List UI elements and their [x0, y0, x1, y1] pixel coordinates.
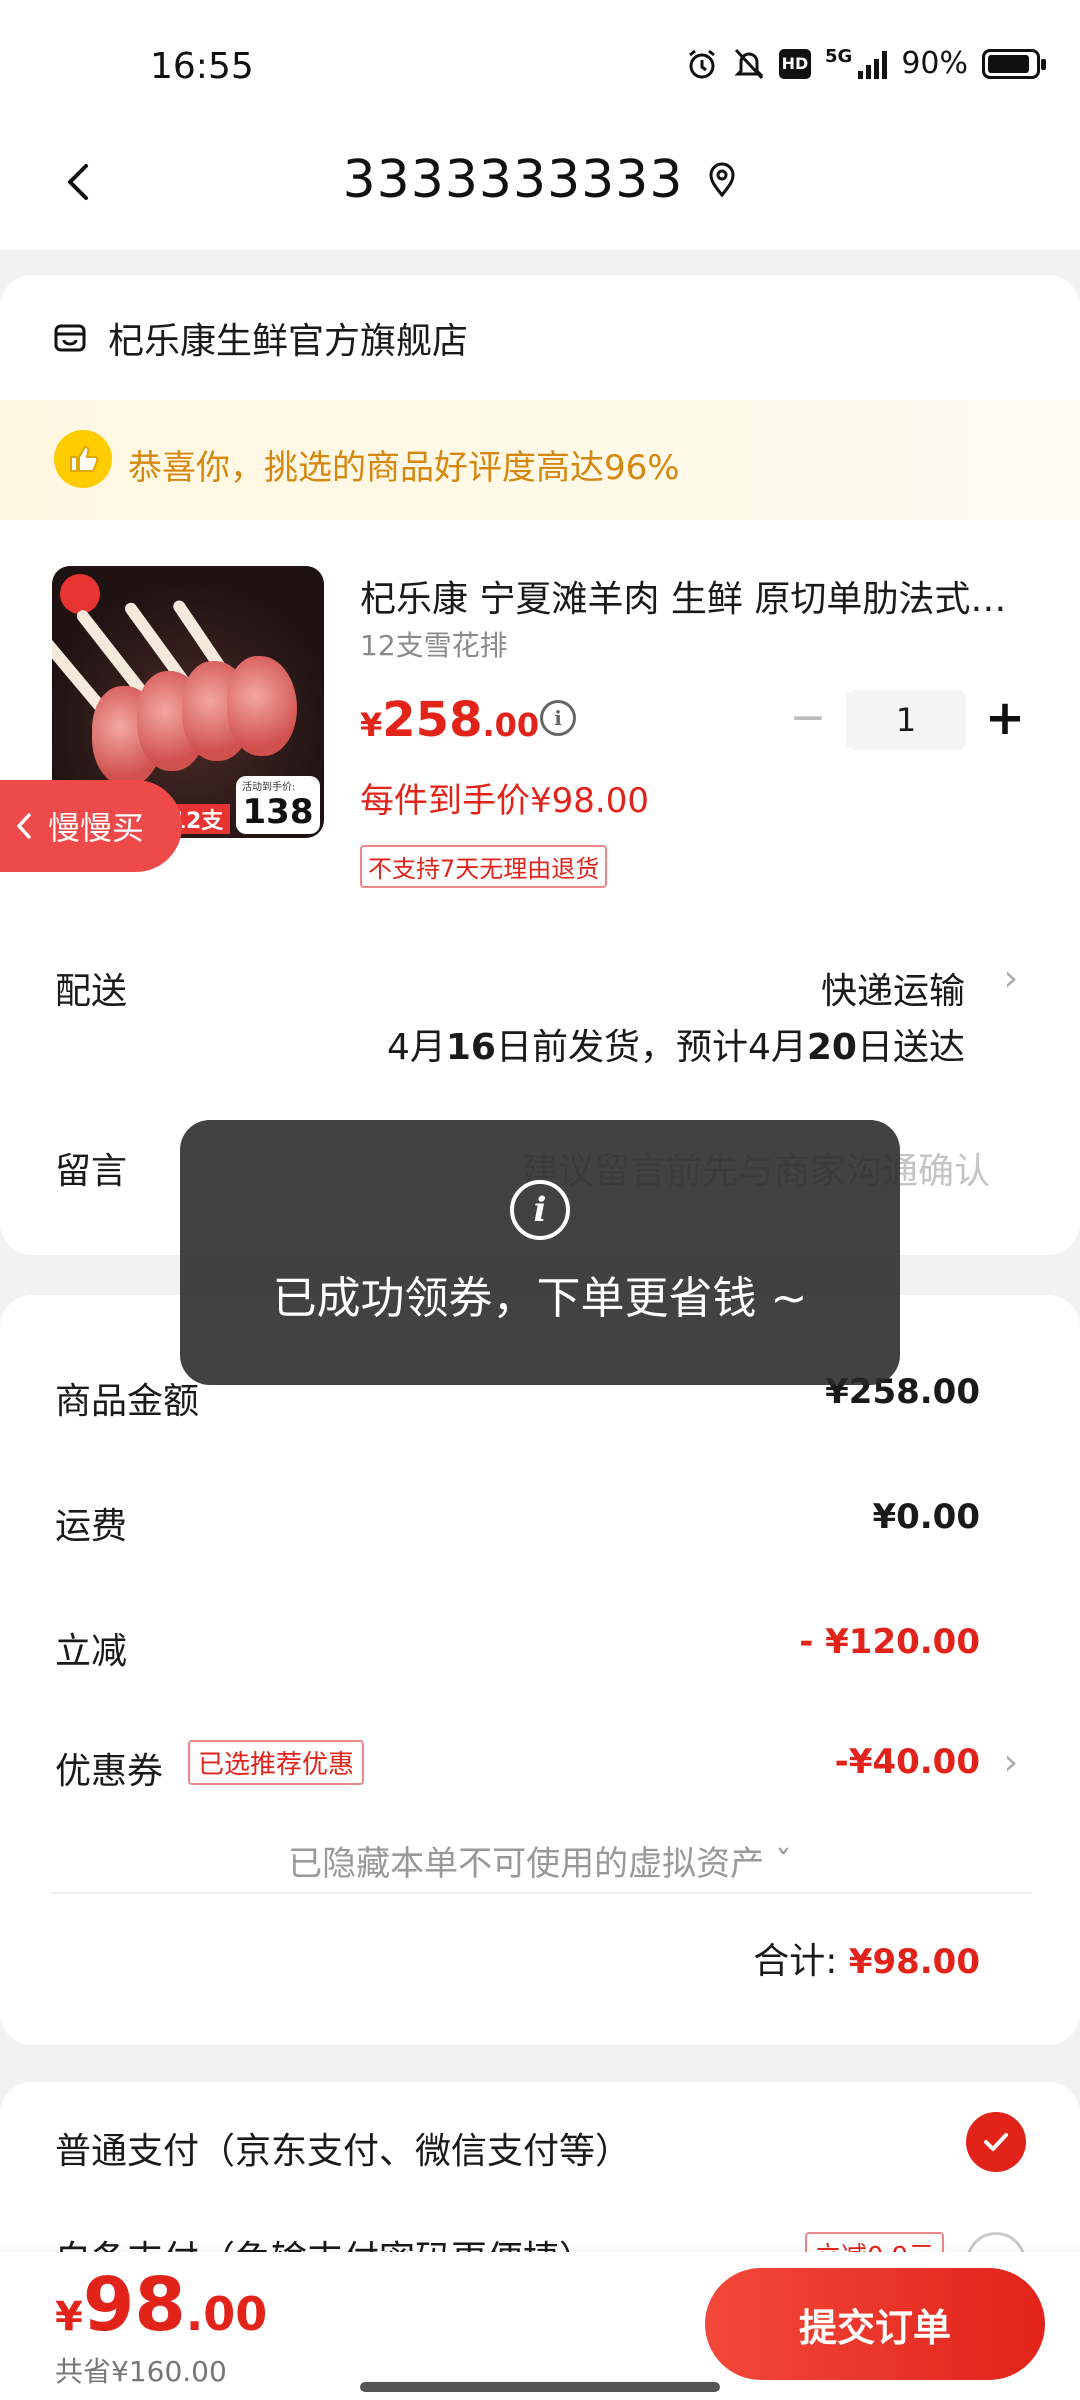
price-info-icon[interactable]: i: [540, 700, 576, 736]
coupon-label: 优惠券: [55, 1751, 164, 1792]
coupon-tag: 已选推荐优惠: [188, 1740, 365, 1785]
divider: [52, 1892, 1032, 1894]
product-spec: 12支雪花排: [360, 629, 508, 662]
store-row[interactable]: 杞乐康生鲜官方旗舰店: [52, 312, 468, 364]
bottom-total-price: ¥98.00: [55, 2262, 268, 2348]
quantity-input[interactable]: 1: [846, 690, 966, 750]
brand-logo: [60, 574, 100, 614]
store-icon: [54, 324, 86, 352]
quantity-decrease-button[interactable]: −: [788, 695, 828, 745]
address-phone: 3333333333: [342, 150, 684, 210]
coupon-value[interactable]: -¥40.00: [835, 1742, 980, 1782]
unit-final-price: 每件到手价¥98.00: [360, 781, 649, 821]
return-policy-tag: 不支持7天无理由退货: [360, 845, 608, 888]
thumbs-up-icon: [54, 430, 112, 488]
float-tab-label: 慢慢买: [48, 809, 145, 847]
delivery-label: 配送: [55, 971, 128, 1012]
battery-percent: 90%: [901, 46, 968, 81]
chevron-left-icon: [16, 813, 31, 839]
praise-text: 恭喜你，挑选的商品好评度高达96%: [128, 448, 680, 488]
message-label: 留言: [55, 1151, 128, 1192]
quantity-increase-button[interactable]: +: [980, 690, 1030, 750]
location-pin-icon: [709, 162, 735, 198]
delivery-method[interactable]: 快递运输: [821, 962, 965, 1014]
store-name: 杞乐康生鲜官方旗舰店: [108, 321, 469, 362]
battery-icon: [982, 48, 1046, 79]
status-bar: 16:55 HD 5G 90%: [0, 0, 1080, 120]
delivery-date: 4月16日前发货，预计4月20日送达: [386, 1027, 965, 1068]
shipping-label: 运费: [55, 1506, 128, 1547]
product-price: ¥258.00: [360, 692, 540, 748]
payment-option-normal[interactable]: 普通支付（京东支付、微信支付等）: [55, 2122, 631, 2174]
toast-message: 已成功领券，下单更省钱 ~: [272, 1272, 808, 1324]
mute-bell-icon: [734, 48, 764, 79]
goods-amount-label: 商品金额: [55, 1381, 200, 1422]
submit-order-button[interactable]: 提交订单: [705, 2268, 1045, 2380]
hd-icon: HD: [779, 48, 811, 79]
status-time: 16:55: [150, 46, 254, 87]
product-title[interactable]: 杞乐康 宁夏滩羊肉 生鲜 原切单肋法式羊排: [360, 570, 1010, 622]
home-indicator[interactable]: [360, 2382, 720, 2392]
status-icons: HD 5G 90%: [685, 46, 1046, 81]
total-savings: 共省¥160.00: [55, 2355, 227, 2388]
alarm-icon: [689, 49, 715, 78]
nav-title-area[interactable]: 3333333333: [0, 150, 1080, 210]
info-icon: i: [510, 1179, 570, 1240]
discount-label: 立减: [55, 1631, 128, 1672]
image-price-tag: 活动到手价: 138: [236, 776, 320, 834]
chevron-right-icon[interactable]: ›: [1004, 958, 1018, 999]
network-type: 5G: [825, 46, 853, 67]
signal-icon: [858, 49, 888, 79]
discount-value: - ¥120.00: [799, 1622, 980, 1662]
total-row: 合计: ¥98.00: [753, 1941, 980, 1982]
top-nav: 3333333333: [0, 120, 1080, 250]
toast: i 已成功领券，下单更省钱 ~: [180, 1120, 900, 1385]
chevron-right-icon[interactable]: ›: [1004, 1742, 1018, 1783]
shipping-value: ¥0.00: [872, 1497, 980, 1537]
float-tab-manmanmai[interactable]: 慢慢买: [0, 780, 182, 872]
hidden-assets-toggle[interactable]: 已隐藏本单不可使用的虚拟资产 ˇ: [0, 1836, 1080, 1885]
checkmark-icon[interactable]: [966, 2112, 1026, 2172]
